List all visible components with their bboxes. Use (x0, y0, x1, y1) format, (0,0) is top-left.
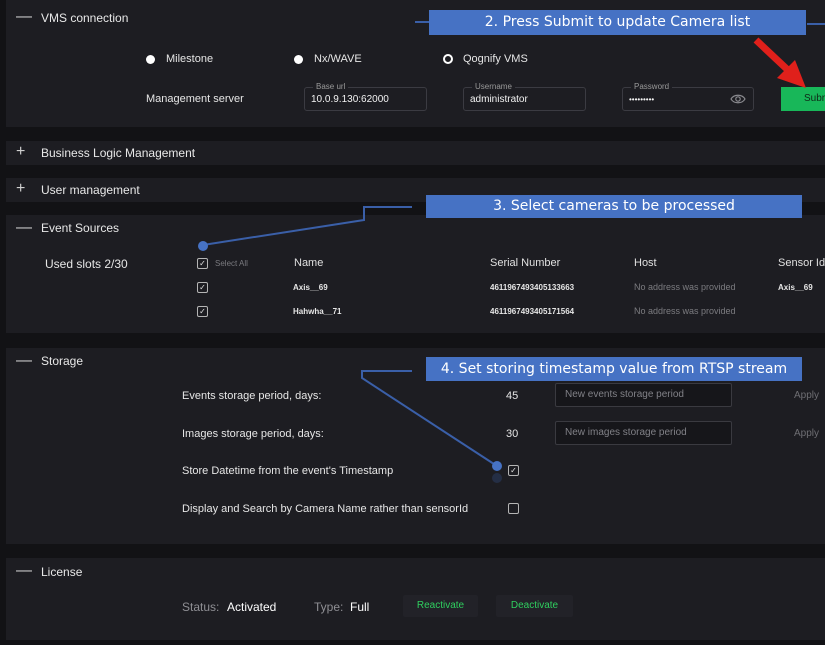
callout-4-dot (492, 461, 502, 471)
callout-3-line (202, 206, 412, 246)
annotation-overlay (198, 21, 825, 483)
callout-3: 3. Select cameras to be processed (426, 195, 802, 218)
red-arrow-shaft (753, 37, 793, 75)
callout-3-dot (198, 241, 208, 251)
callout-4-shadow-dot (492, 473, 502, 483)
callout-2: 2. Press Submit to update Camera list (429, 10, 806, 35)
callout-4: 4. Set storing timestamp value from RTSP… (426, 357, 802, 381)
callout-4-line (361, 370, 498, 467)
